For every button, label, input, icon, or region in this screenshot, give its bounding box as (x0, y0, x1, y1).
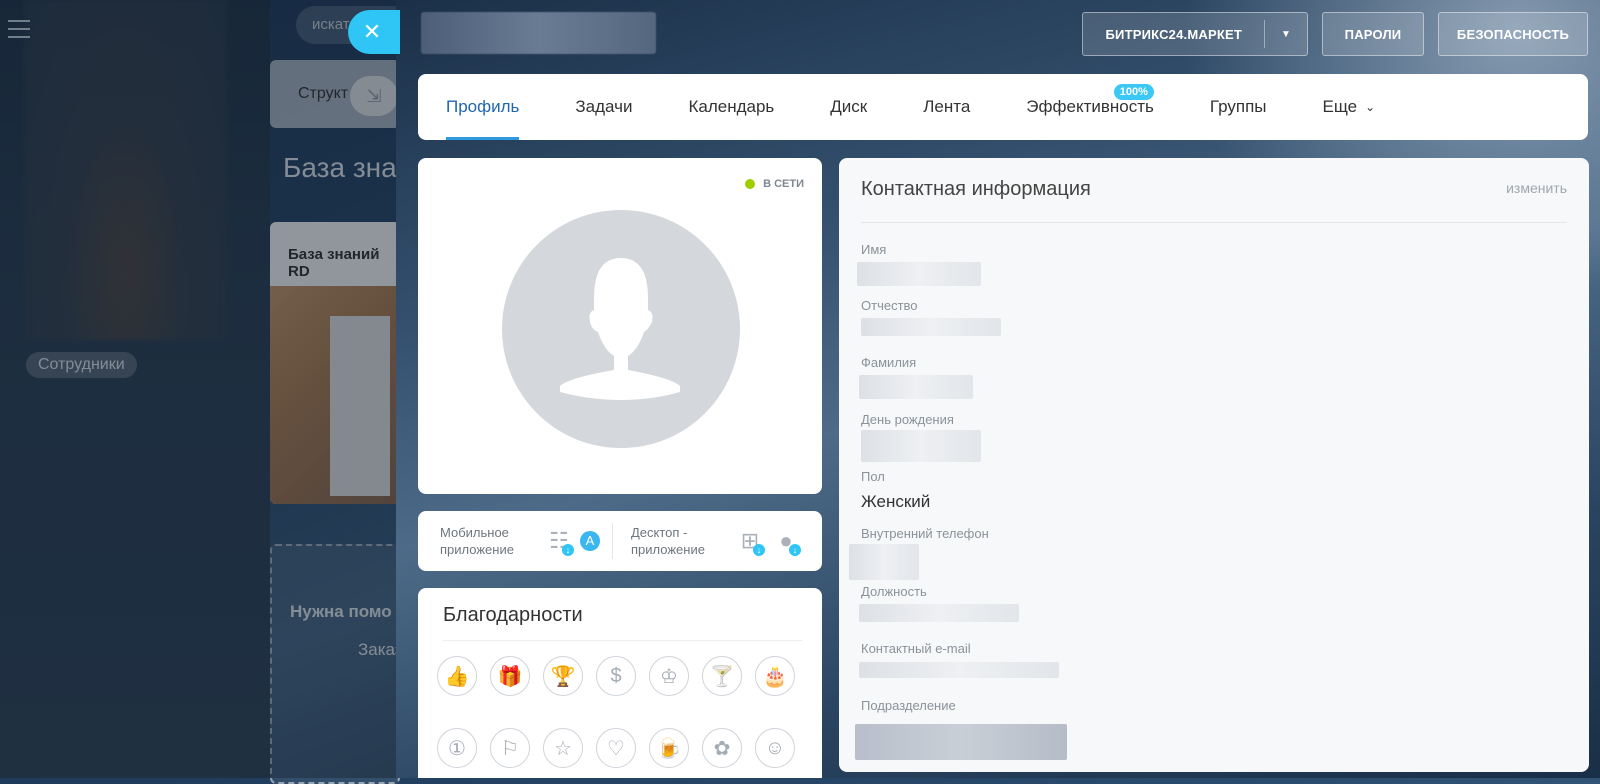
crown-icon[interactable]: ♔ (649, 656, 689, 696)
beer-icon[interactable]: 🍺 (649, 728, 689, 768)
email-redacted (859, 662, 1059, 678)
market-label: БИТРИКС24.МАРКЕТ (1105, 26, 1242, 42)
position-redacted (859, 604, 1019, 622)
status-dot (745, 179, 756, 189)
app-store-icon[interactable]: A (580, 531, 600, 551)
flower-icon[interactable]: ✿ (702, 728, 742, 768)
field-label-department: Подразделение (861, 698, 956, 713)
apps-card: Мобильное приложение ☷ ↓ A Десктоп - прил… (418, 511, 822, 571)
divider (861, 222, 1567, 223)
tab-calendar[interactable]: Календарь (688, 74, 774, 140)
gift-icon[interactable]: 🎁 (490, 656, 530, 696)
close-icon: ✕ (362, 19, 382, 44)
field-label-position: Должность (861, 584, 927, 599)
field-label-first-name: Имя (861, 242, 887, 257)
divider (443, 640, 802, 641)
tab-tasks[interactable]: Задачи (575, 74, 632, 140)
trophy-icon[interactable]: 🏆 (543, 656, 583, 696)
tab-efficiency[interactable]: Эффективность 100% (1026, 74, 1154, 140)
header-buttons: БИТРИКС24.МАРКЕТ ▼ ПАРОЛИ БЕЗОПАСНОСТЬ (1082, 12, 1588, 56)
star-icon[interactable]: ☆ (543, 728, 583, 768)
field-label-last-name: Фамилия (861, 355, 917, 370)
online-status: В СЕТИ (745, 178, 804, 190)
windows-icon[interactable]: ⊞ ↓ (735, 526, 765, 556)
profile-slider: БИТРИКС24.МАРКЕТ ▼ ПАРОЛИ БЕЗОПАСНОСТЬ П… (396, 0, 1600, 778)
field-label-email: Контактный e-mail (861, 641, 971, 656)
field-label-gender: Пол (861, 469, 885, 484)
edit-link[interactable]: изменить (1506, 180, 1567, 196)
heart-icon[interactable]: ♡ (596, 728, 636, 768)
mobile-app-group: Мобильное приложение ☷ ↓ A (418, 511, 600, 571)
desktop-app-group: Десктоп - приложение ⊞ ↓ ● ↓ (613, 511, 807, 571)
birthday-redacted (861, 430, 981, 462)
smile-icon[interactable]: ☺ (755, 728, 795, 768)
desktop-app-label: Десктоп - приложение (631, 525, 705, 557)
tab-more[interactable]: Еще ⌄ (1323, 74, 1376, 140)
gender-value: Женский (861, 492, 931, 511)
tab-disk[interactable]: Диск (830, 74, 867, 140)
phone-redacted (849, 544, 919, 580)
cocktail-icon[interactable]: 🍸 (702, 656, 742, 696)
contact-info-title: Контактная информация (861, 178, 1091, 200)
tab-groups[interactable]: Группы (1210, 74, 1267, 140)
android-icon[interactable]: ☷ ↓ (544, 526, 574, 556)
gratitudes-card: Благодарности 👍 🎁 🏆 $ ♔ 🍸 🎂 ① ⚐ ☆ ♡ 🍺 ✿ … (418, 588, 822, 778)
field-label-birthday: День рождения (861, 412, 954, 427)
security-button[interactable]: БЕЗОПАСНОСТЬ (1438, 12, 1588, 56)
passwords-button[interactable]: ПАРОЛИ (1322, 12, 1424, 56)
tab-profile[interactable]: Профиль (446, 74, 520, 140)
close-slider-button[interactable]: ✕ (348, 10, 400, 54)
profile-tabs: Профиль Задачи Календарь Диск Лента Эффе… (418, 74, 1588, 140)
mobile-app-label: Мобильное приложение (440, 525, 514, 557)
field-label-middle-name: Отчество (861, 298, 918, 313)
market-button[interactable]: БИТРИКС24.МАРКЕТ ▼ (1082, 12, 1308, 56)
user-silhouette-icon (560, 258, 680, 400)
cake-icon[interactable]: 🎂 (755, 656, 795, 696)
tab-feed[interactable]: Лента (923, 74, 970, 140)
thumbs-up-icon[interactable]: 👍 (437, 656, 477, 696)
overlay-shade[interactable] (0, 0, 400, 778)
gratitudes-title: Благодарности (443, 604, 583, 626)
contact-info-card: Контактная информация изменить Имя Отчес… (839, 158, 1589, 772)
avatar-card: В СЕТИ (418, 158, 822, 494)
avatar[interactable] (502, 210, 740, 448)
flag-icon[interactable]: ⚐ (490, 728, 530, 768)
chevron-down-icon: ⌄ (1365, 100, 1376, 114)
first-name-redacted (857, 262, 981, 286)
field-label-phone: Внутренний телефон (861, 526, 989, 541)
middle-name-redacted (861, 318, 1001, 336)
department-redacted (855, 724, 1067, 760)
last-name-redacted (859, 375, 973, 399)
chevron-down-icon[interactable]: ▼ (1264, 20, 1307, 48)
apple-icon[interactable]: ● ↓ (771, 526, 801, 556)
user-name-redacted (421, 12, 656, 54)
efficiency-badge: 100% (1113, 84, 1154, 100)
number-one-icon[interactable]: ① (437, 728, 477, 768)
money-bag-icon[interactable]: $ (596, 656, 636, 696)
